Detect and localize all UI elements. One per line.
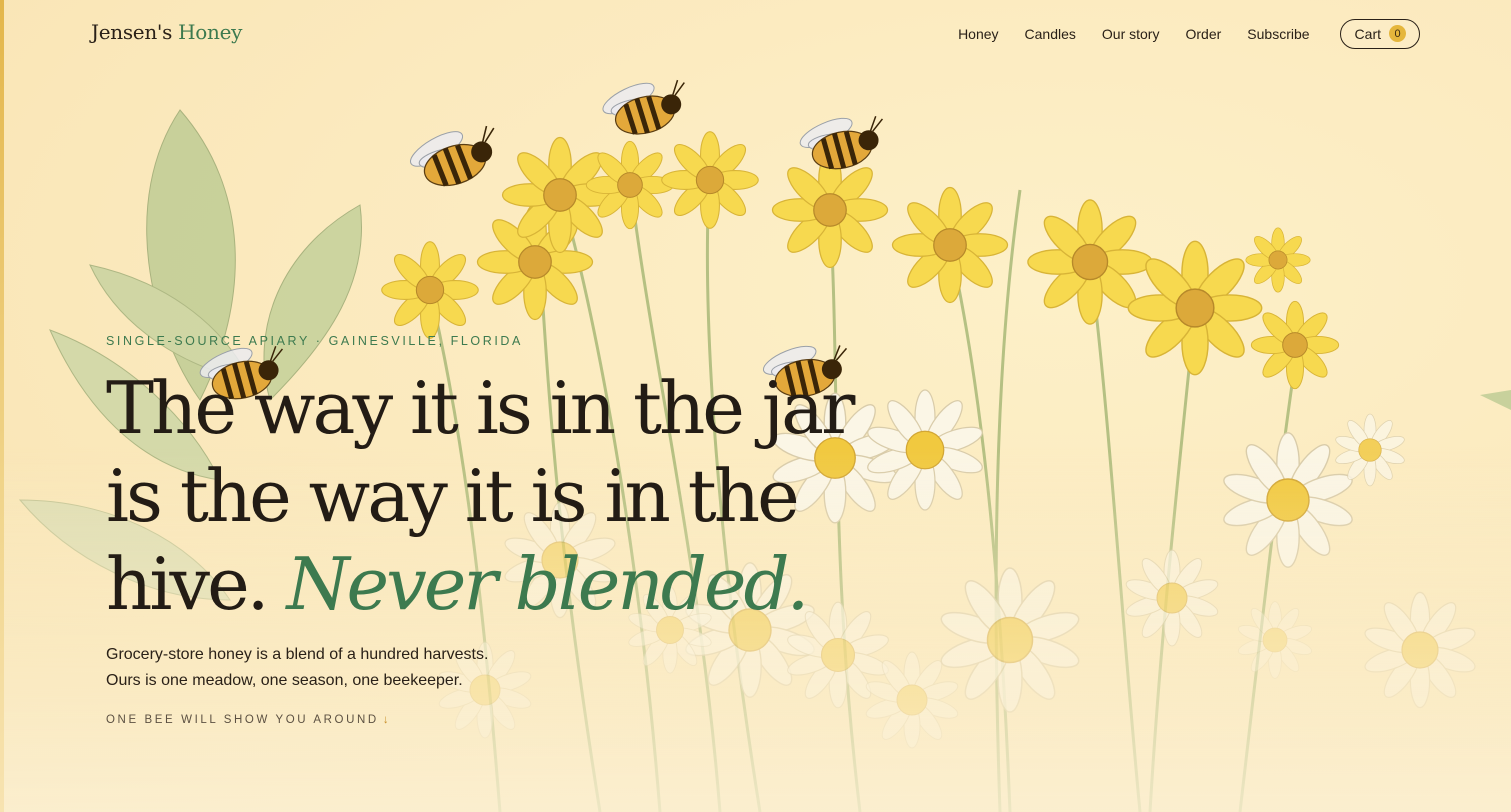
brand-name-part1: Jensen's	[91, 20, 179, 44]
cart-label: Cart	[1354, 25, 1381, 42]
hero-headline-emphasis: Never blended.	[286, 542, 809, 626]
hero-subtext-line1: Grocery-store honey is a blend of a hund…	[106, 646, 489, 663]
nav-link-order[interactable]: Order	[1185, 26, 1221, 42]
nav-link-our-story[interactable]: Our story	[1102, 26, 1160, 42]
arrow-down-icon: ↓	[382, 714, 389, 726]
brand-name-part2: Honey	[178, 20, 243, 44]
hero-eyebrow: SINGLE-SOURCE APIARY · GAINESVILLE, FLOR…	[106, 334, 523, 348]
cart-count-badge: 0	[1389, 25, 1406, 42]
site-header: Jensen's Honey Honey Candles Our story O…	[0, 0, 1511, 68]
hero-section: SINGLE-SOURCE APIARY · GAINESVILLE, FLOR…	[106, 334, 1006, 726]
nav-link-honey[interactable]: Honey	[958, 26, 998, 42]
nav-link-candles[interactable]: Candles	[1025, 26, 1076, 42]
nav-link-subscribe[interactable]: Subscribe	[1247, 26, 1309, 42]
brand-logo[interactable]: Jensen's Honey	[91, 20, 242, 44]
cart-button[interactable]: Cart 0	[1339, 18, 1420, 49]
scroll-cue-label: ONE BEE WILL SHOW YOU AROUND	[106, 714, 379, 726]
hero-subtext: Grocery-store honey is a blend of a hund…	[106, 642, 1006, 694]
hero-subtext-line2: Ours is one meadow, one season, one beek…	[106, 672, 463, 689]
hero-headline: The way it is in the jar is the way it i…	[106, 364, 866, 628]
scroll-cue-link[interactable]: ONE BEE WILL SHOW YOU AROUND ↓	[106, 714, 1006, 726]
main-nav: Honey Candles Our story Order Subscribe …	[958, 17, 1420, 50]
left-edge-accent	[0, 0, 4, 812]
